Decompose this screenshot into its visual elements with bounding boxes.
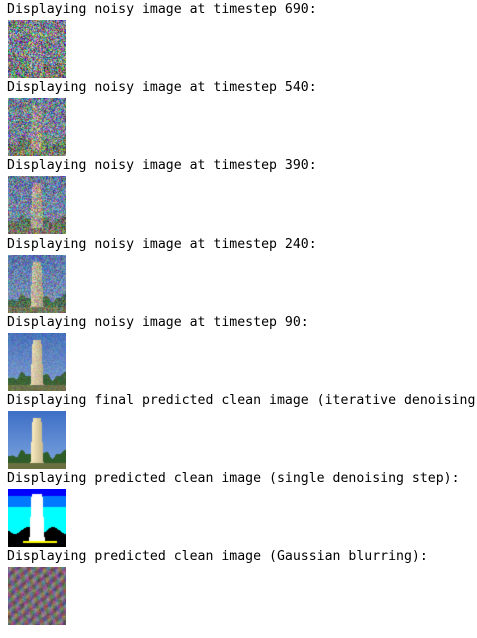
output-entry: Displaying noisy image at timestep 390: [7, 157, 475, 235]
noisy-lighthouse-image [8, 20, 66, 78]
output-entry: Displaying noisy image at timestep 90: [7, 314, 475, 392]
output-caption: Displaying noisy image at timestep 690: [7, 2, 317, 17]
noisy-lighthouse-image [8, 254, 66, 313]
output-entry: Displaying final predicted clean image (… [7, 392, 477, 470]
output-entry: Displaying noisy image at timestep 240: [7, 236, 475, 314]
output-entry: Displaying predicted clean image (single… [7, 470, 475, 548]
output-caption: Displaying noisy image at timestep 240: [7, 236, 317, 252]
output-caption: Displaying noisy image at timestep 90: [7, 314, 309, 330]
noisy-lighthouse-image [8, 176, 66, 235]
output-entry: Displaying noisy image at timestep 690: [7, 1, 475, 79]
cell-output: Displaying noisy image at timestep 690: D… [7, 1, 477, 627]
saturated-lighthouse-image [8, 489, 66, 548]
output-caption: Displaying final predicted clean image (… [7, 392, 477, 408]
clean-lighthouse-image [8, 410, 66, 469]
output-caption: Displaying predicted clean image (Gaussi… [7, 549, 428, 565]
output-caption: Displaying noisy image at timestep 540: [7, 80, 317, 96]
blurred-noise-image [8, 567, 66, 626]
output-caption: Displaying predicted clean image (single… [7, 471, 460, 487]
output-entry: Displaying predicted clean image (Gaussi… [7, 548, 475, 626]
output-caption: Displaying noisy image at timestep 390: [7, 158, 317, 174]
output-entry: Displaying noisy image at timestep 540: [7, 79, 475, 157]
noisy-lighthouse-image [8, 332, 66, 391]
noisy-lighthouse-image [8, 98, 66, 157]
